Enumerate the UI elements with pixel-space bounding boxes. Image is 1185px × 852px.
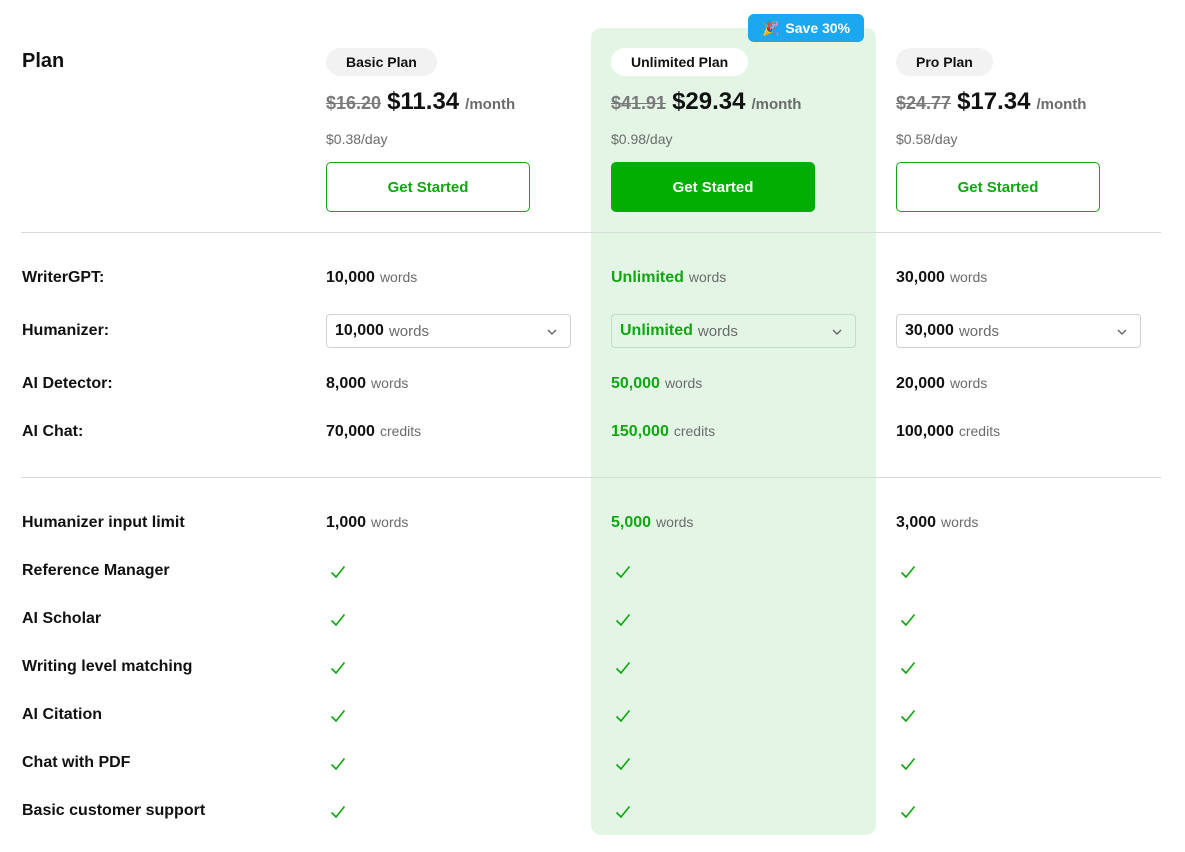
check-icon [615,661,631,675]
old-price: $41.91 [611,93,667,113]
feature-label-detector: AI Detector: [22,375,113,392]
price-period: /month [751,96,802,113]
plan-name-pill: Basic Plan [326,48,437,76]
chat-value-unlimited: 150,000 credits [611,423,716,440]
feature-label-ai-citation: AI Citation [22,706,102,723]
input-limit-value-basic: 1,000 words [326,514,409,531]
feature-label-writing-level: Writing level matching [22,658,193,675]
chevron-down-icon [1117,329,1127,335]
old-price: $24.77 [896,93,952,113]
price-period: /month [1036,96,1087,113]
feature-label-reference-manager: Reference Manager [22,562,170,579]
check-icon [330,613,346,627]
check-icon [615,565,631,579]
current-price: $17.34 [957,88,1031,115]
party-popper-icon: 🎉 [761,19,780,36]
humanizer-select-pro[interactable]: 30,000 words [896,314,1141,348]
get-started-button-unlimited[interactable]: Get Started [611,162,815,212]
plan-name-pill: Unlimited Plan [611,48,749,76]
current-price: $29.34 [672,88,746,115]
check-icon [615,613,631,627]
writergpt-value-pro: 30,000 words [896,269,988,286]
daily-price: $0.38/day [326,131,388,147]
get-started-button-basic[interactable]: Get Started [326,162,530,212]
chat-value-pro: 100,000 credits [896,423,1001,440]
writergpt-value-basic: 10,000 words [326,269,418,286]
check-icon [330,709,346,723]
price-period: /month [465,96,516,113]
feature-label-input-limit: Humanizer input limit [22,514,185,531]
check-icon [900,661,916,675]
section-divider [21,232,1161,233]
detector-value-unlimited: 50,000 words [611,375,703,392]
check-icon [615,709,631,723]
check-icon [330,805,346,819]
detector-value-pro: 20,000 words [896,375,988,392]
detector-value-basic: 8,000 words [326,375,409,392]
chevron-down-icon [832,329,842,335]
check-icon [900,757,916,771]
check-icon [615,805,631,819]
input-limit-value-pro: 3,000 words [896,514,979,531]
chevron-down-icon [547,329,557,335]
humanizer-select-basic[interactable]: 10,000 words [326,314,571,348]
plan-name-pill: Pro Plan [896,48,993,76]
get-started-button-pro[interactable]: Get Started [896,162,1100,212]
current-price: $11.34 [387,88,460,115]
feature-label-chat-pdf: Chat with PDF [22,754,131,771]
check-icon [900,709,916,723]
feature-label-humanizer: Humanizer: [22,322,110,339]
feature-label-customer-support: Basic customer support [22,802,206,819]
save-badge: 🎉 Save 30% [748,14,864,42]
chat-value-basic: 70,000 credits [326,423,422,440]
check-icon [330,757,346,771]
daily-price: $0.98/day [611,131,673,147]
writergpt-value-unlimited: Unlimited words [611,269,727,286]
check-icon [900,565,916,579]
feature-label-ai-scholar: AI Scholar [22,610,102,627]
feature-label-chat: AI Chat: [22,423,84,440]
price-row: $41.91 $29.34 /month [611,88,801,116]
check-icon [900,613,916,627]
check-icon [330,565,346,579]
old-price: $16.20 [326,93,382,113]
check-icon [615,757,631,771]
check-icon [900,805,916,819]
price-row: $24.77 $17.34 /month [896,88,1086,116]
section-divider [21,477,1161,478]
feature-label-writergpt: WriterGPT: [22,269,105,286]
price-row: $16.20 $11.34 /month [326,88,515,116]
humanizer-select-unlimited[interactable]: Unlimited words [611,314,856,348]
daily-price: $0.58/day [896,131,958,147]
plan-heading: Plan [22,50,65,72]
check-icon [330,661,346,675]
input-limit-value-unlimited: 5,000 words [611,514,694,531]
save-badge-label: Save 30% [785,20,851,36]
